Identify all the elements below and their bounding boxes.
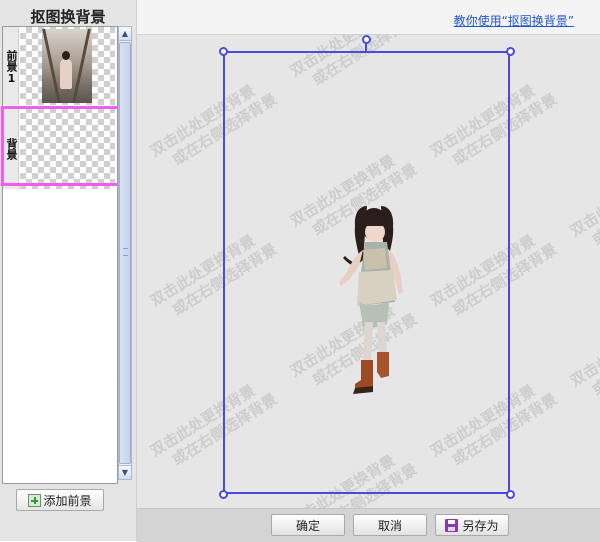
scroll-down-icon[interactable]: ▼ — [119, 465, 131, 479]
layer-list: 前景1 背景 — [2, 26, 118, 484]
layer-item-background[interactable]: 背景 — [3, 107, 115, 189]
editor-main: 教你使用“抠图换背景” 双击此处更换背景 或在右侧选择背景 双击此处更换背景 或在右侧… — [137, 0, 600, 542]
add-image-icon — [28, 493, 42, 507]
watermark-line-2: 或在右侧选择背景 — [588, 320, 600, 399]
foreground-thumbnail-image — [42, 29, 92, 103]
resize-handle-bottom-left[interactable] — [219, 490, 228, 499]
scroll-grip-icon — [123, 248, 128, 256]
layer-tab-label: 背景 — [3, 107, 19, 189]
rotate-handle[interactable] — [362, 35, 371, 44]
cancel-label: 取消 — [377, 518, 402, 533]
action-bar: 确定 取消 另存为 — [137, 508, 600, 542]
save-as-button[interactable]: 另存为 — [435, 514, 509, 536]
top-bar: 教你使用“抠图换背景” — [137, 0, 600, 35]
add-foreground-label: 添加前景 — [43, 493, 92, 508]
save-disk-icon — [445, 518, 459, 532]
watermark-text: 双击此处更换背景或在右侧选择背景 — [567, 304, 600, 407]
add-foreground-button[interactable]: 添加前景 — [16, 489, 104, 511]
watermark-text: 双击此处更换背景或在右侧选择背景 — [567, 154, 600, 257]
background-thumbnail — [20, 107, 115, 189]
help-link[interactable]: 教你使用“抠图换背景” — [454, 12, 574, 29]
scroll-up-icon[interactable]: ▲ — [119, 27, 131, 41]
foreground-cutout-girl[interactable] — [329, 202, 419, 402]
cancel-button[interactable]: 取消 — [353, 514, 427, 536]
watermark-line-2: 或在右侧选择背景 — [588, 170, 600, 249]
layer-item-foreground-1[interactable]: 前景1 — [3, 27, 115, 105]
layer-panel: 抠图换背景 前景1 背景 ▲ ▼ 添加前景 — [0, 0, 137, 541]
panel-title: 抠图换背景 — [30, 8, 106, 26]
resize-handle-top-left[interactable] — [219, 47, 228, 56]
foreground-thumbnail-area — [20, 27, 115, 105]
layer-tab-label: 前景1 — [3, 27, 19, 105]
editing-canvas[interactable]: 双击此处更换背景 或在右侧选择背景 双击此处更换背景 或在右侧选择背景 双击此处更换背景… — [137, 35, 600, 508]
resize-handle-top-right[interactable] — [506, 47, 515, 56]
resize-handle-bottom-right[interactable] — [506, 490, 515, 499]
save-as-label: 另存为 — [462, 518, 499, 533]
confirm-label: 确定 — [295, 518, 320, 533]
confirm-button[interactable]: 确定 — [271, 514, 345, 536]
watermark-line-1: 双击此处更换背景 — [567, 161, 600, 241]
scroll-thumb[interactable] — [119, 42, 131, 464]
layer-list-scrollbar[interactable]: ▲ ▼ — [118, 26, 132, 480]
watermark-line-1: 双击此处更换背景 — [567, 311, 600, 391]
